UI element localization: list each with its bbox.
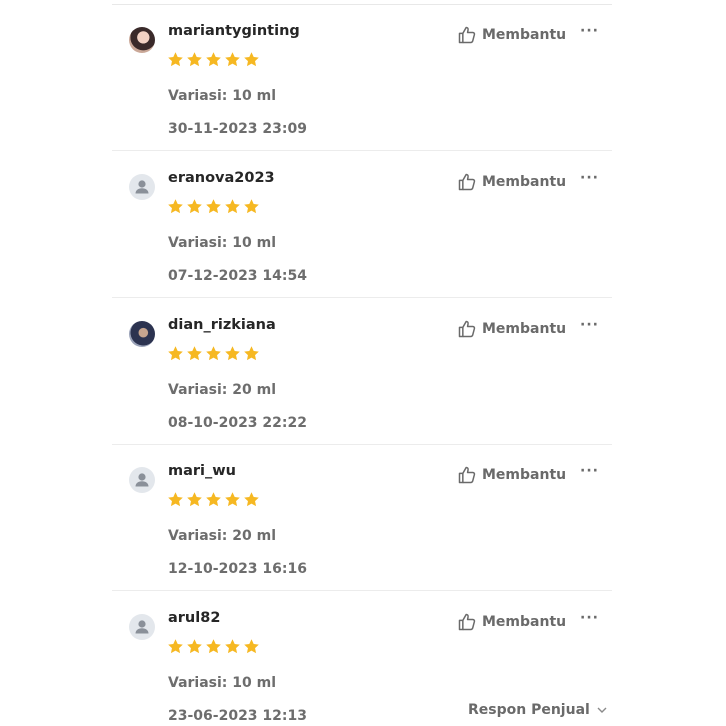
more-options-icon[interactable]: ···	[580, 463, 599, 479]
star-icon	[206, 639, 221, 654]
star-rating	[167, 638, 260, 658]
helpful-button[interactable]: Membantu	[457, 25, 566, 45]
star-rating	[167, 491, 260, 511]
star-rating	[167, 198, 260, 218]
chevron-down-icon	[597, 707, 607, 713]
divider	[112, 297, 612, 298]
review-date: 30-11-2023 23:09	[168, 121, 307, 137]
helpful-button[interactable]: Membantu	[457, 172, 566, 192]
avatar[interactable]	[129, 321, 155, 347]
review-username[interactable]: eranova2023	[168, 170, 275, 186]
review-item: mari_wu Variasi: 20 ml 12-10-2023 16:16 …	[112, 445, 612, 591]
star-icon	[225, 639, 240, 654]
review-item: eranova2023 Variasi: 10 ml 07-12-2023 14…	[112, 152, 612, 298]
default-user-icon	[135, 473, 149, 487]
star-icon	[206, 52, 221, 67]
review-date: 08-10-2023 22:22	[168, 415, 307, 431]
star-icon	[244, 492, 259, 507]
star-icon	[187, 492, 202, 507]
review-username[interactable]: mari_wu	[168, 463, 236, 479]
thumbs-up-icon	[458, 320, 476, 338]
avatar[interactable]	[129, 27, 155, 53]
star-icon	[168, 346, 183, 361]
star-rating	[167, 51, 260, 71]
more-options-icon[interactable]: ···	[580, 23, 599, 39]
thumbs-up-icon	[458, 173, 476, 191]
star-icon	[244, 52, 259, 67]
helpful-label: Membantu	[482, 27, 567, 43]
review-variation: Variasi: 20 ml	[168, 528, 277, 544]
review-date: 23-06-2023 12:13	[168, 708, 307, 724]
avatar[interactable]	[129, 614, 155, 640]
star-icon	[225, 346, 240, 361]
default-user-icon	[135, 620, 149, 634]
star-icon	[168, 639, 183, 654]
review-item: dian_rizkiana Variasi: 20 ml 08-10-2023 …	[112, 299, 612, 445]
review-variation: Variasi: 10 ml	[168, 88, 277, 104]
avatar[interactable]	[129, 467, 155, 493]
review-item: mariantyginting Variasi: 10 ml 30-11-202…	[112, 5, 612, 151]
review-date: 12-10-2023 16:16	[168, 561, 307, 577]
star-icon	[206, 492, 221, 507]
review-date: 07-12-2023 14:54	[168, 268, 307, 284]
star-icon	[225, 199, 240, 214]
more-options-icon[interactable]: ···	[580, 317, 599, 333]
avatar[interactable]	[129, 174, 155, 200]
review-variation: Variasi: 10 ml	[168, 235, 277, 251]
thumbs-up-icon	[458, 613, 476, 631]
helpful-label: Membantu	[482, 174, 567, 190]
star-icon	[187, 346, 202, 361]
star-icon	[168, 492, 183, 507]
star-icon	[168, 199, 183, 214]
helpful-button[interactable]: Membantu	[457, 319, 566, 339]
default-user-icon	[135, 180, 149, 194]
divider	[112, 590, 612, 591]
star-icon	[225, 52, 240, 67]
star-icon	[244, 639, 259, 654]
more-options-icon[interactable]: ···	[580, 610, 599, 626]
review-variation: Variasi: 10 ml	[168, 675, 277, 691]
seller-response-label: Respon Penjual	[468, 702, 590, 718]
helpful-label: Membantu	[482, 321, 567, 337]
more-options-icon[interactable]: ···	[580, 170, 599, 186]
review-username[interactable]: arul82	[168, 610, 220, 626]
review-list: mariantyginting Variasi: 10 ml 30-11-202…	[112, 0, 612, 726]
helpful-label: Membantu	[482, 614, 567, 630]
review-username[interactable]: dian_rizkiana	[168, 317, 276, 333]
star-icon	[206, 199, 221, 214]
review-variation: Variasi: 20 ml	[168, 382, 277, 398]
star-icon	[206, 346, 221, 361]
review-username[interactable]: mariantyginting	[168, 23, 300, 39]
star-icon	[244, 346, 259, 361]
star-rating	[167, 345, 260, 365]
thumbs-up-icon	[458, 466, 476, 484]
star-icon	[244, 199, 259, 214]
star-icon	[168, 52, 183, 67]
thumbs-up-icon	[458, 26, 476, 44]
helpful-button[interactable]: Membantu	[457, 612, 566, 632]
helpful-label: Membantu	[482, 467, 567, 483]
star-icon	[187, 52, 202, 67]
seller-response-toggle[interactable]: Respon Penjual	[468, 702, 608, 718]
star-icon	[187, 199, 202, 214]
star-icon	[225, 492, 240, 507]
helpful-button[interactable]: Membantu	[457, 465, 566, 485]
divider	[112, 150, 612, 151]
star-icon	[187, 639, 202, 654]
